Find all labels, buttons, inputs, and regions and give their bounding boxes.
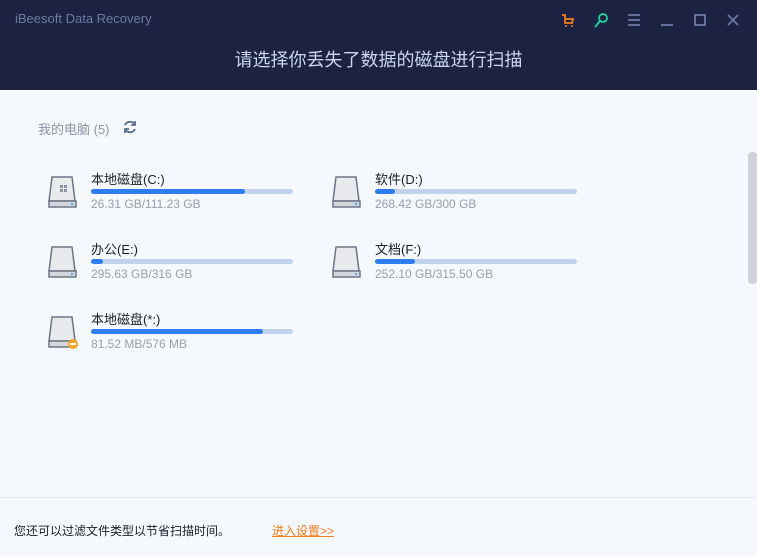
usage-bar-fill: [91, 259, 104, 264]
menu-icon[interactable]: [624, 10, 644, 30]
footer: 您还可以过滤文件类型以节省扫描时间。 进入设置>>: [0, 497, 757, 556]
usage-bar-fill: [91, 189, 245, 194]
usage-bar-fill: [375, 189, 396, 194]
drive-icon: [48, 245, 78, 279]
section-title: 我的电脑 (5): [38, 119, 138, 138]
drive-name: 本地磁盘(*:): [91, 312, 161, 327]
refresh-icon[interactable]: [122, 119, 138, 138]
drive-size: 26.31 GB/111.23 GB: [91, 197, 201, 211]
drive-icon: [48, 315, 78, 349]
usage-bar-fill: [91, 329, 263, 334]
drive-item[interactable]: 本地磁盘(*:) 81.52 MB/576 MB: [48, 309, 298, 359]
close-icon[interactable]: [723, 10, 743, 30]
usage-bar: [91, 259, 293, 264]
drive-size: 268.42 GB/300 GB: [375, 197, 477, 211]
drive-name: 软件(D:): [375, 172, 423, 187]
drive-icon: [332, 175, 362, 209]
maximize-icon[interactable]: [690, 10, 710, 30]
drive-item[interactable]: 软件(D:) 268.42 GB/300 GB: [332, 169, 582, 219]
key-icon[interactable]: [591, 10, 611, 30]
drive-name: 本地磁盘(C:): [91, 172, 165, 187]
usage-bar: [91, 189, 293, 194]
drive-size: 295.63 GB/316 GB: [91, 267, 193, 281]
drive-item[interactable]: 办公(E:) 295.63 GB/316 GB: [48, 239, 298, 289]
usage-bar: [375, 259, 577, 264]
scrollbar[interactable]: [748, 152, 757, 284]
drive-name: 文档(F:): [375, 242, 422, 257]
title-bar: iBeesoft Data Recovery 请选择你丢失了数据的磁盘进行扫描: [0, 0, 757, 90]
drive-item[interactable]: 本地磁盘(C:) 26.31 GB/111.23 GB: [48, 169, 298, 219]
page-headline: 请选择你丢失了数据的磁盘进行扫描: [234, 50, 523, 70]
section-title-label: 我的电脑 (5): [38, 122, 110, 137]
app-title: iBeesoft Data Recovery: [15, 11, 152, 26]
footer-tip: 您还可以过滤文件类型以节省扫描时间。: [14, 524, 231, 538]
drive-icon: [48, 175, 78, 209]
settings-link[interactable]: 进入设置>>: [272, 522, 334, 539]
drive-size: 252.10 GB/315.50 GB: [375, 267, 494, 281]
usage-bar: [91, 329, 293, 334]
drive-name: 办公(E:): [91, 242, 138, 257]
drive-size: 81.52 MB/576 MB: [91, 337, 188, 351]
cart-icon[interactable]: [558, 10, 578, 30]
minimize-icon[interactable]: [657, 10, 677, 30]
drive-item[interactable]: 文档(F:) 252.10 GB/315.50 GB: [332, 239, 582, 289]
usage-bar: [375, 189, 577, 194]
usage-bar-fill: [375, 259, 416, 264]
drive-icon: [332, 245, 362, 279]
